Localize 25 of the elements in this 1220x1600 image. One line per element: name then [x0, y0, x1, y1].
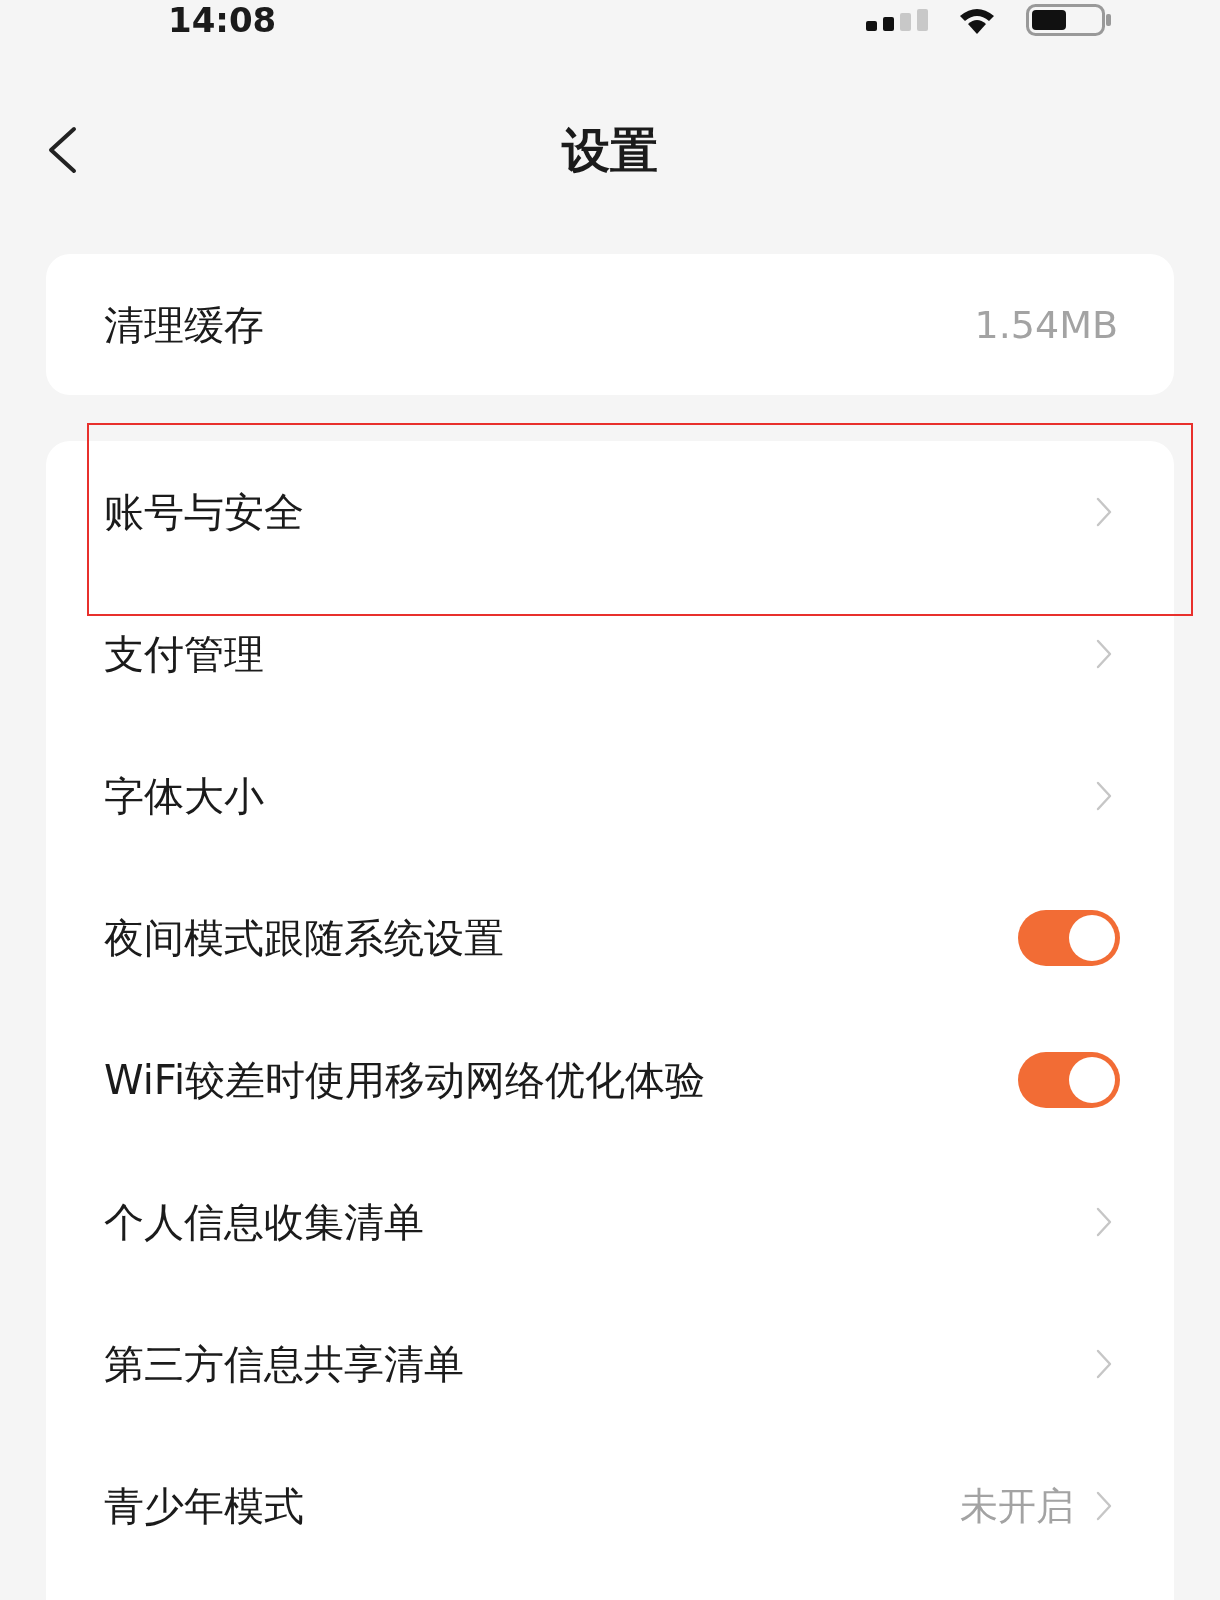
setting-label[interactable]: 第三方信息共享清单	[104, 1339, 464, 1389]
setting-label[interactable]: 个人信息收集清单	[104, 1197, 424, 1247]
setting-value: 未开启	[960, 1483, 1074, 1530]
setting-label[interactable]: 青少年模式	[104, 1481, 304, 1531]
chevron-right-icon[interactable]	[1096, 1349, 1112, 1379]
back-icon[interactable]	[46, 126, 78, 174]
page-title: 设置	[562, 121, 658, 180]
status-time: 14:08	[168, 0, 277, 40]
chevron-right-icon[interactable]	[1096, 781, 1112, 811]
setting-label[interactable]: 字体大小	[104, 771, 264, 821]
battery-icon	[1026, 4, 1112, 36]
chevron-right-icon[interactable]	[1096, 497, 1112, 527]
chevron-right-icon[interactable]	[1096, 639, 1112, 669]
setting-label[interactable]: WiFi较差时使用移动网络优化体验	[104, 1055, 705, 1105]
setting-label[interactable]: 清理缓存	[104, 299, 264, 350]
setting-value: 1.54MB	[974, 301, 1118, 349]
chevron-right-icon[interactable]	[1096, 1207, 1112, 1237]
setting-label[interactable]: 夜间模式跟随系统设置	[104, 913, 504, 963]
toggle-switch[interactable]	[1018, 910, 1120, 966]
chevron-right-icon[interactable]	[1096, 1491, 1112, 1521]
signal-icon	[866, 9, 928, 31]
setting-label[interactable]: 支付管理	[104, 629, 264, 679]
setting-label[interactable]: 账号与安全	[104, 487, 304, 537]
toggle-switch[interactable]	[1018, 1052, 1120, 1108]
wifi-icon	[958, 6, 996, 34]
